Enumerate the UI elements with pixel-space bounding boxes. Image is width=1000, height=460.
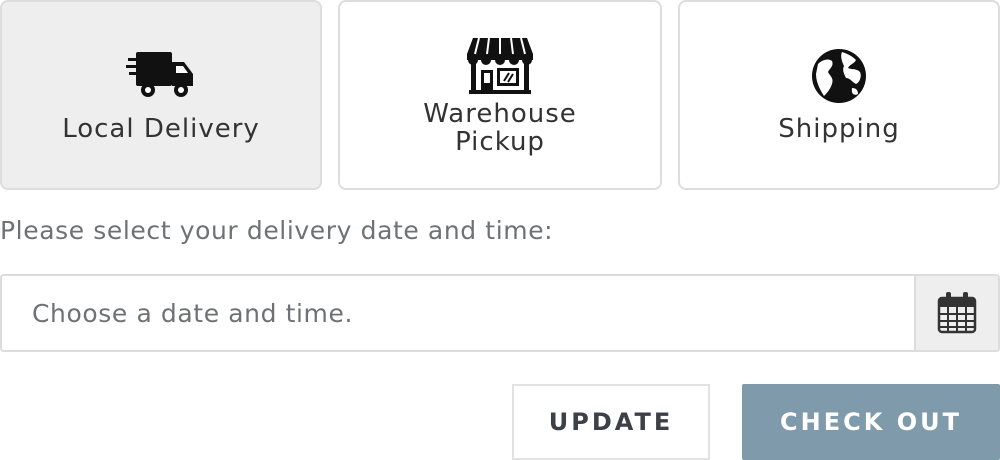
shipping-option[interactable]: Shipping [678, 0, 1000, 190]
delivery-method-options: Local Delivery Warehouse Pickup Shipping [0, 0, 1000, 192]
shipping-label: Shipping [778, 114, 900, 144]
globe-icon [812, 49, 866, 103]
date-time-input[interactable] [4, 276, 914, 350]
warehouse-pickup-label-line1: Warehouse [423, 99, 577, 129]
storefront-icon [467, 37, 533, 94]
checkout-button[interactable]: CHECK OUT [742, 384, 1000, 460]
truck-icon [126, 52, 193, 97]
calendar-icon [937, 292, 977, 334]
warehouse-pickup-label: Warehouse Pickup [340, 100, 660, 156]
local-delivery-label: Local Delivery [62, 114, 260, 144]
local-delivery-option[interactable]: Local Delivery [0, 0, 322, 190]
calendar-button[interactable] [914, 276, 998, 350]
date-time-picker [0, 274, 1000, 352]
delivery-date-prompt: Please select your delivery date and tim… [0, 216, 554, 245]
update-button[interactable]: UPDATE [512, 384, 710, 460]
warehouse-pickup-option[interactable]: Warehouse Pickup [338, 0, 662, 190]
warehouse-pickup-label-line2: Pickup [455, 127, 545, 157]
